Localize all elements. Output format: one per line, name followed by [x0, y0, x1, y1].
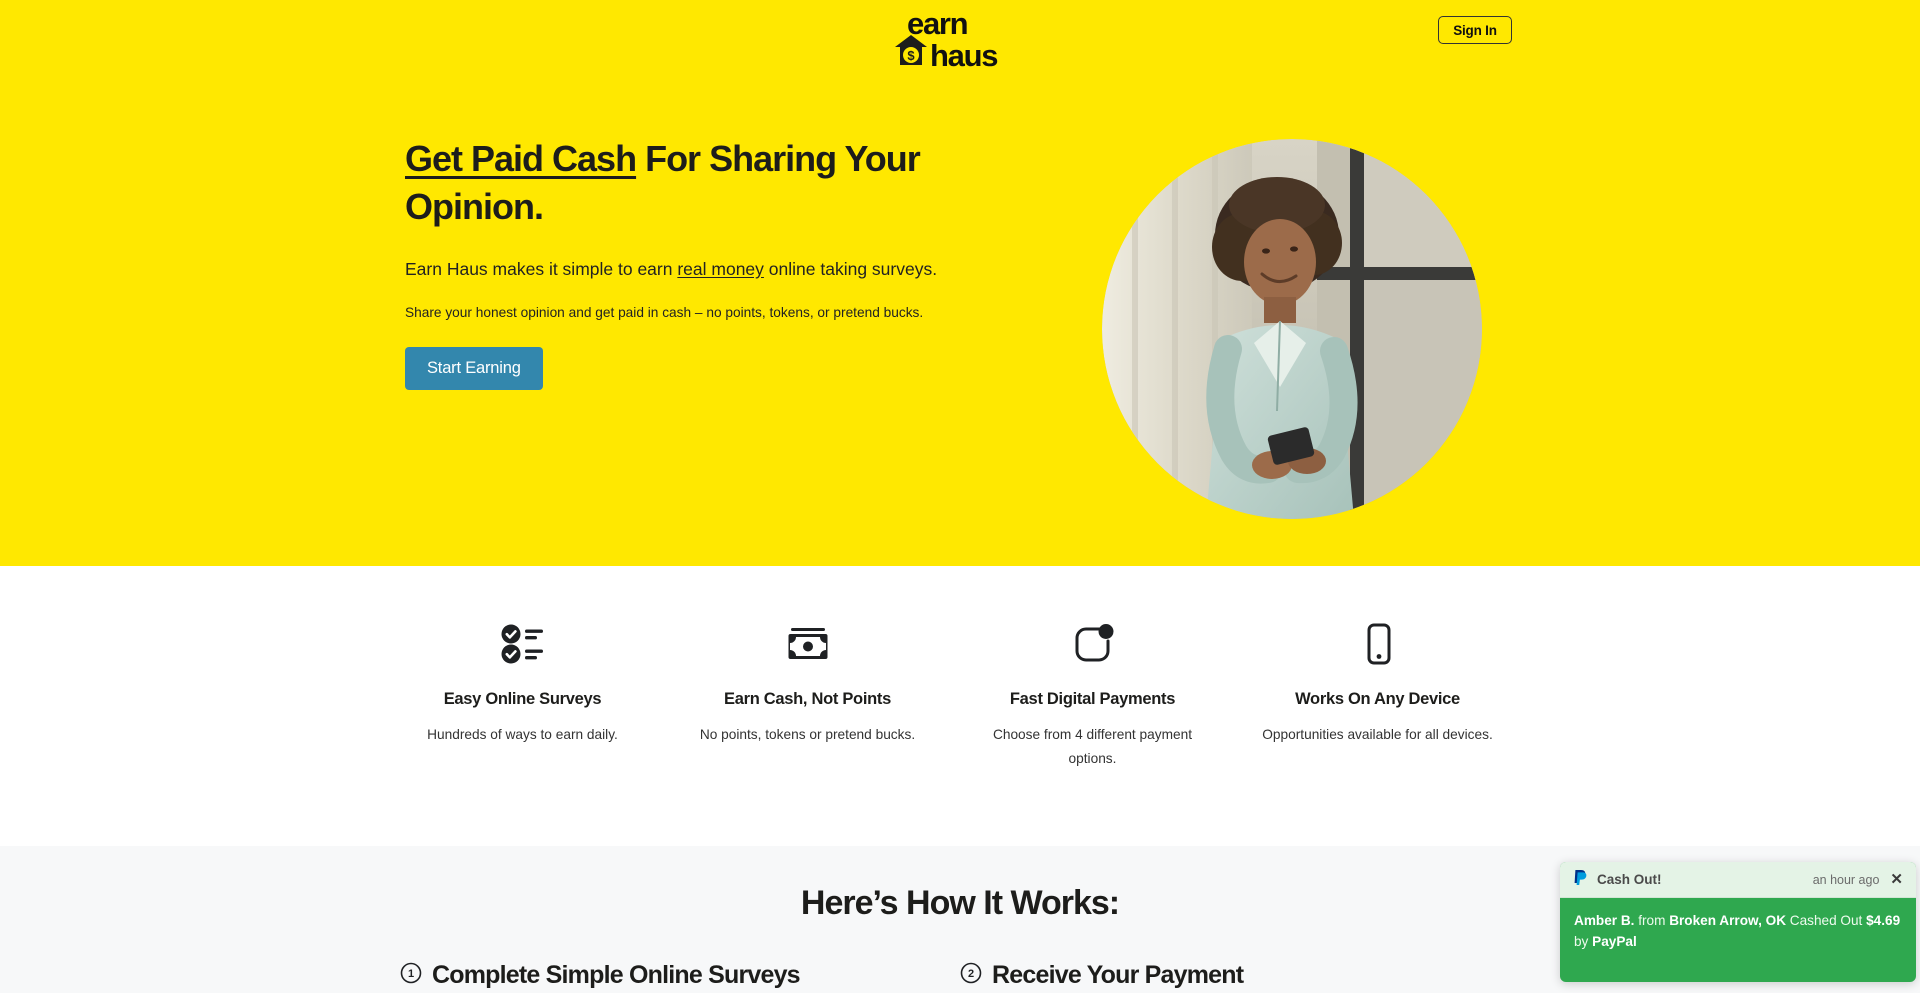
hero-copy: Get Paid Cash For Sharing Your Opinion. …: [405, 135, 985, 390]
feature-title: Earn Cash, Not Points: [724, 690, 891, 708]
svg-text:2: 2: [968, 968, 974, 980]
toast-timestamp: an hour ago: [1812, 872, 1880, 887]
start-earning-button[interactable]: Start Earning: [405, 347, 543, 390]
hero-sub-before: Earn Haus makes it simple to earn: [405, 259, 678, 279]
toast-amount: $4.69: [1866, 913, 1901, 928]
toast-user-name: Amber B.: [1574, 913, 1635, 928]
paypal-icon: [1573, 869, 1588, 891]
feature-title: Easy Online Surveys: [443, 690, 602, 708]
feature-title: Fast Digital Payments: [1009, 690, 1176, 708]
logo-text-haus: haus: [930, 38, 998, 73]
svg-text:$: $: [907, 48, 915, 63]
close-icon[interactable]: ✕: [1890, 872, 1903, 887]
feature-easy-online-surveys: Easy Online Surveys Hundreds of ways to …: [380, 614, 665, 771]
hero-sub-link[interactable]: real money: [677, 259, 764, 279]
how-it-works-steps: 1 Complete Simple Online Surveys 2 Recei…: [400, 961, 1520, 990]
step-label: Receive Your Payment: [992, 961, 1244, 989]
brand-logo[interactable]: earn $ haus: [894, 8, 1034, 71]
toast-header: Cash Out! an hour ago ✕: [1560, 862, 1916, 898]
notification-dot-icon: [950, 614, 1235, 674]
how-it-works-step-2: 2 Receive Your Payment: [960, 961, 1520, 990]
toast-body: Amber B. from Broken Arrow, OK Cashed Ou…: [1560, 898, 1916, 952]
toast-location: Broken Arrow, OK: [1669, 913, 1787, 928]
mobile-phone-icon: [1235, 614, 1520, 674]
feature-works-on-any-device: Works On Any Device Opportunities availa…: [1235, 614, 1520, 771]
features-section: Easy Online Surveys Hundreds of ways to …: [0, 566, 1920, 846]
feature-fast-digital-payments: Fast Digital Payments Choose from 4 diff…: [950, 614, 1235, 771]
hero-subtitle: Earn Haus makes it simple to earn real m…: [405, 257, 985, 281]
toast-payment-method: PayPal: [1592, 934, 1637, 949]
toast-from-word: from: [1634, 913, 1670, 928]
hero-note: Share your honest opinion and get paid i…: [405, 305, 924, 320]
hero-section: earn $ haus Sign In Get Paid Cash For Sh…: [0, 0, 1920, 566]
feature-title: Works On Any Device: [1295, 690, 1460, 708]
hero-title-highlight: Get Paid Cash: [405, 138, 637, 179]
house-dollar-icon: $: [894, 34, 928, 71]
feature-description: No points, tokens or pretend bucks.: [699, 727, 916, 742]
cash-bill-icon: [665, 614, 950, 674]
cash-out-notification-toast[interactable]: Cash Out! an hour ago ✕ Amber B. from Br…: [1560, 862, 1916, 982]
feature-description: Choose from 4 different payment options.: [992, 727, 1193, 766]
feature-description: Opportunities available for all devices.: [1262, 727, 1493, 742]
toast-by-word: by: [1574, 934, 1593, 949]
toast-title: Cash Out!: [1597, 872, 1662, 887]
toast-action-word: Cashed Out: [1786, 913, 1867, 928]
checklist-icon: [380, 614, 665, 674]
svg-text:1: 1: [408, 968, 414, 980]
how-it-works-step-1: 1 Complete Simple Online Surveys: [400, 961, 960, 990]
step-number-icon: 2: [960, 962, 982, 989]
sign-in-button[interactable]: Sign In: [1438, 16, 1512, 44]
step-label: Complete Simple Online Surveys: [432, 961, 801, 989]
step-number-icon: 1: [400, 962, 422, 989]
hero-photo: [1102, 139, 1482, 519]
feature-earn-cash-not-points: Earn Cash, Not Points No points, tokens …: [665, 614, 950, 771]
feature-description: Hundreds of ways to earn daily.: [427, 727, 618, 742]
features-row: Easy Online Surveys Hundreds of ways to …: [380, 614, 1540, 771]
page-title: Get Paid Cash For Sharing Your Opinion.: [405, 135, 985, 231]
top-navigation: earn $ haus Sign In: [0, 0, 1920, 74]
hero-sub-after: online taking surveys.: [763, 259, 938, 279]
